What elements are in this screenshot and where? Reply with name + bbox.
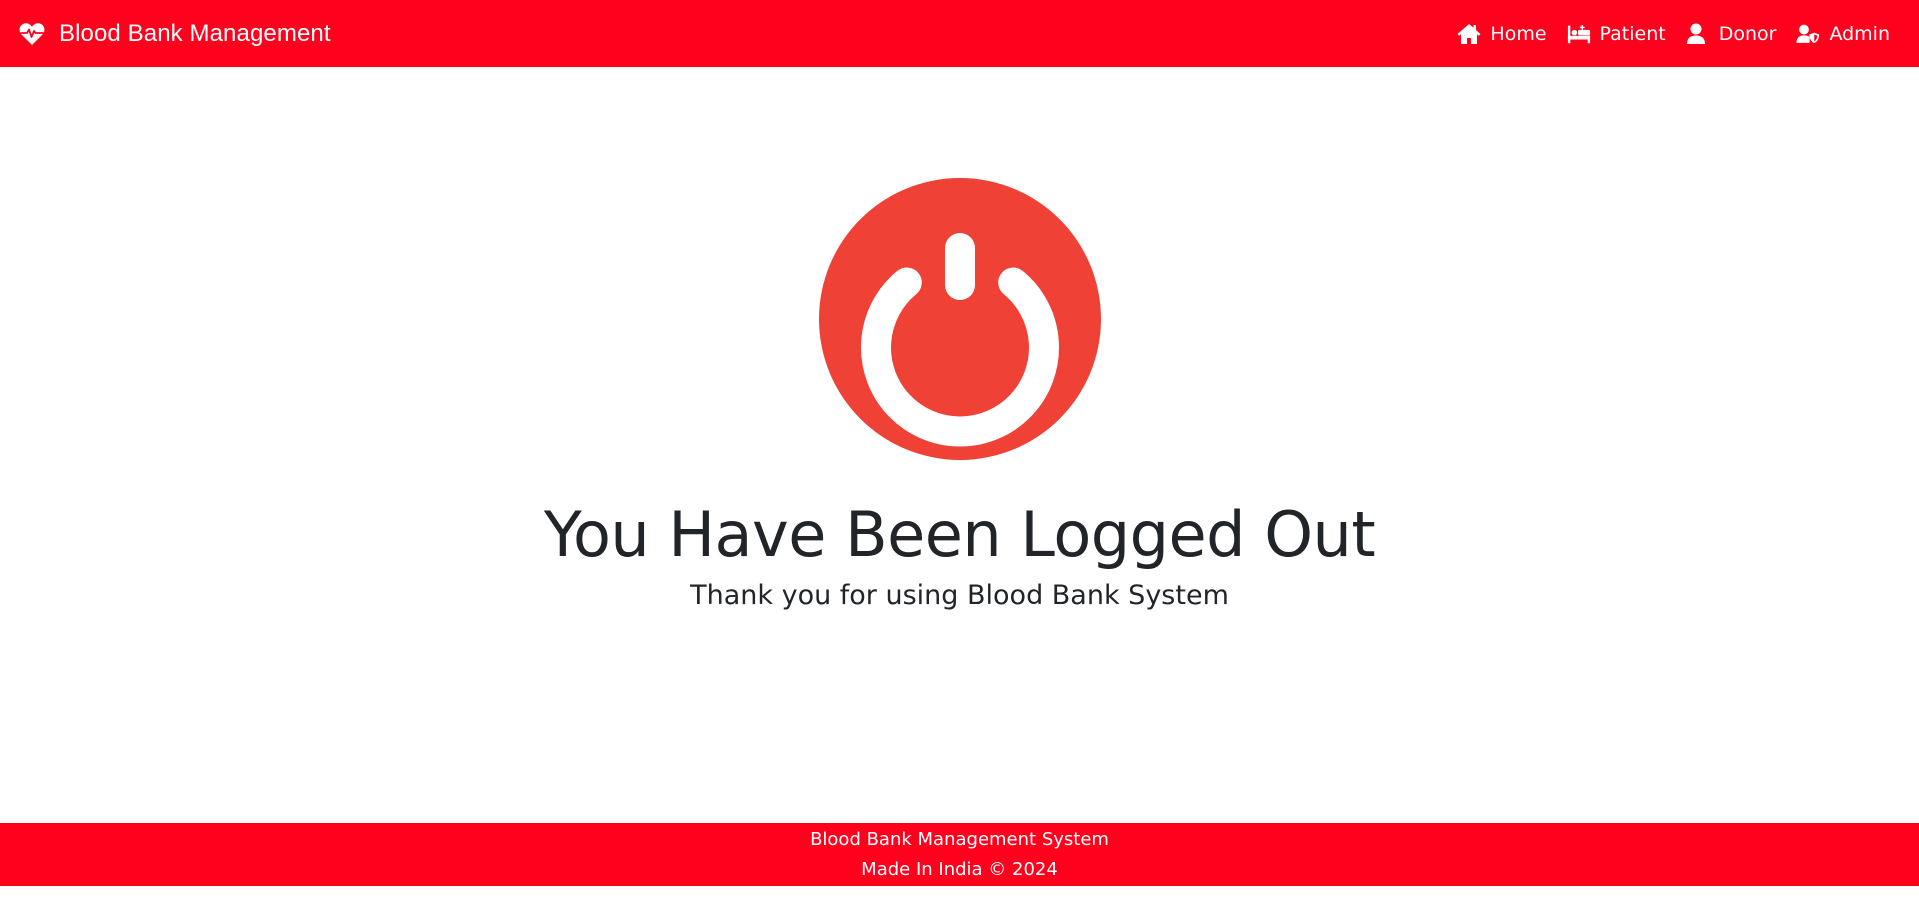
- nav-item-donor[interactable]: Donor: [1686, 22, 1777, 45]
- heart-pulse-icon: [19, 22, 45, 46]
- home-icon: [1457, 23, 1481, 45]
- nav-item-admin[interactable]: Admin: [1796, 23, 1890, 45]
- page: Blood Bank Management Home Patient Donor…: [0, 0, 1919, 903]
- nav-item-home[interactable]: Home: [1457, 22, 1547, 45]
- brand-link[interactable]: Blood Bank Management: [19, 20, 331, 48]
- user-shield-icon: [1796, 23, 1820, 45]
- nav-menu: Home Patient Donor Admin: [1457, 23, 1890, 45]
- navbar: Blood Bank Management Home Patient Donor…: [0, 0, 1919, 67]
- brand-title: Blood Bank Management: [59, 19, 331, 47]
- power-icon: [818, 178, 1101, 460]
- footer-system-name: Blood Bank Management System: [810, 828, 1109, 850]
- nav-item-label: Admin: [1829, 22, 1890, 45]
- page-subtitle: Thank you for using Blood Bank System: [690, 580, 1229, 611]
- nav-item-label: Donor: [1718, 22, 1777, 45]
- patient-bed-icon: [1567, 23, 1591, 45]
- nav-item-label: Patient: [1599, 22, 1666, 45]
- nav-item-label: Home: [1490, 22, 1547, 45]
- user-icon: [1686, 23, 1710, 45]
- footer-copyright: Made In India © 2024: [861, 858, 1058, 880]
- footer: Blood Bank Management System Made In Ind…: [0, 823, 1919, 886]
- nav-item-patient[interactable]: Patient: [1567, 23, 1666, 45]
- logout-message: You Have Been Logged Out Thank you for u…: [0, 67, 1919, 823]
- page-title: You Have Been Logged Out: [543, 498, 1376, 571]
